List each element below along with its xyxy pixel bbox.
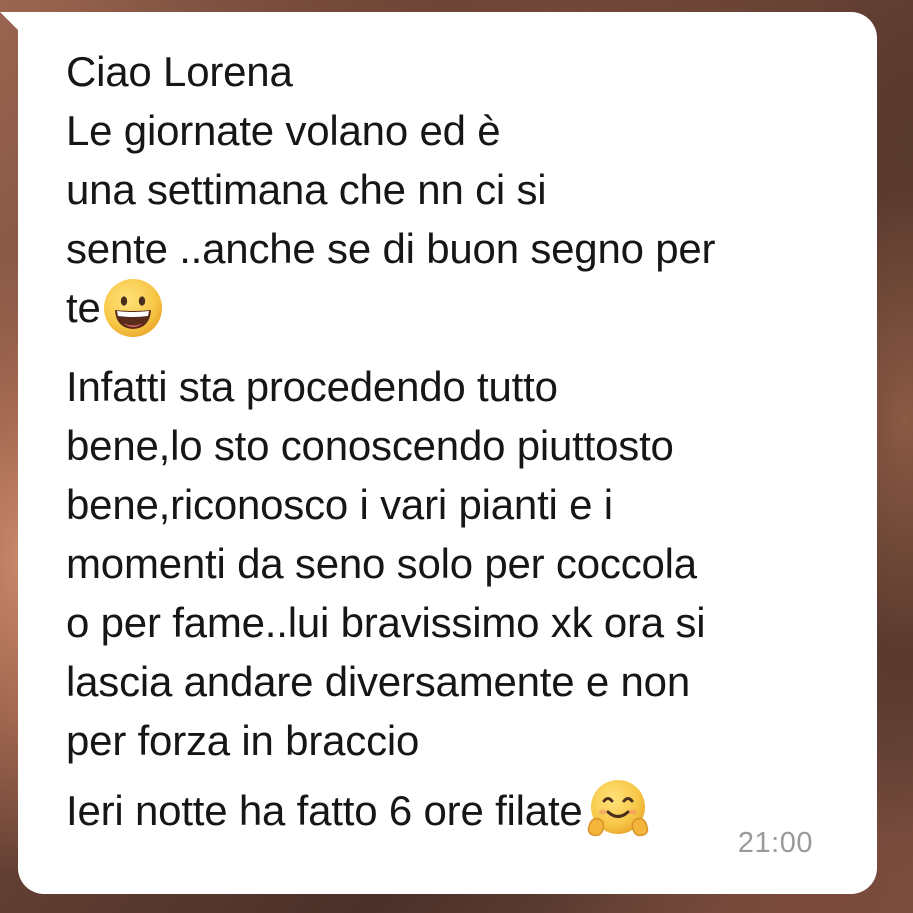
message-line: bene,riconosco i vari pianti e i bbox=[66, 481, 613, 528]
message-line-text: te bbox=[66, 284, 101, 331]
message-line: Ciao Lorena bbox=[66, 48, 293, 95]
message-line: sente ..anche se di buon segno per bbox=[66, 225, 716, 272]
message-line: Infatti sta procedendo tutto bbox=[66, 363, 558, 410]
message-line: per forza in braccio bbox=[66, 717, 420, 764]
message-bubble[interactable]: Ciao Lorena Le giornate volano ed è una … bbox=[18, 12, 877, 894]
message-line: o per fame..lui bravissimo xk ora si bbox=[66, 599, 706, 646]
message-line: bene,lo sto conoscendo piuttosto bbox=[66, 422, 674, 469]
message-text: Ciao Lorena Le giornate volano ed è una … bbox=[66, 42, 876, 849]
hugging-face-icon bbox=[583, 775, 653, 845]
message-line-with-emoji: te bbox=[66, 278, 876, 348]
message-line: Le giornate volano ed è bbox=[66, 107, 501, 154]
message-line-text: Ieri notte ha fatto 6 ore filate bbox=[66, 787, 583, 835]
message-timestamp: 21:00 bbox=[737, 827, 813, 859]
grinning-face-icon bbox=[101, 276, 165, 340]
message-line: una settimana che nn ci si bbox=[66, 166, 547, 213]
message-line: momenti da seno solo per coccola bbox=[66, 540, 697, 587]
message-line: lascia andare diversamente e non bbox=[66, 658, 690, 705]
